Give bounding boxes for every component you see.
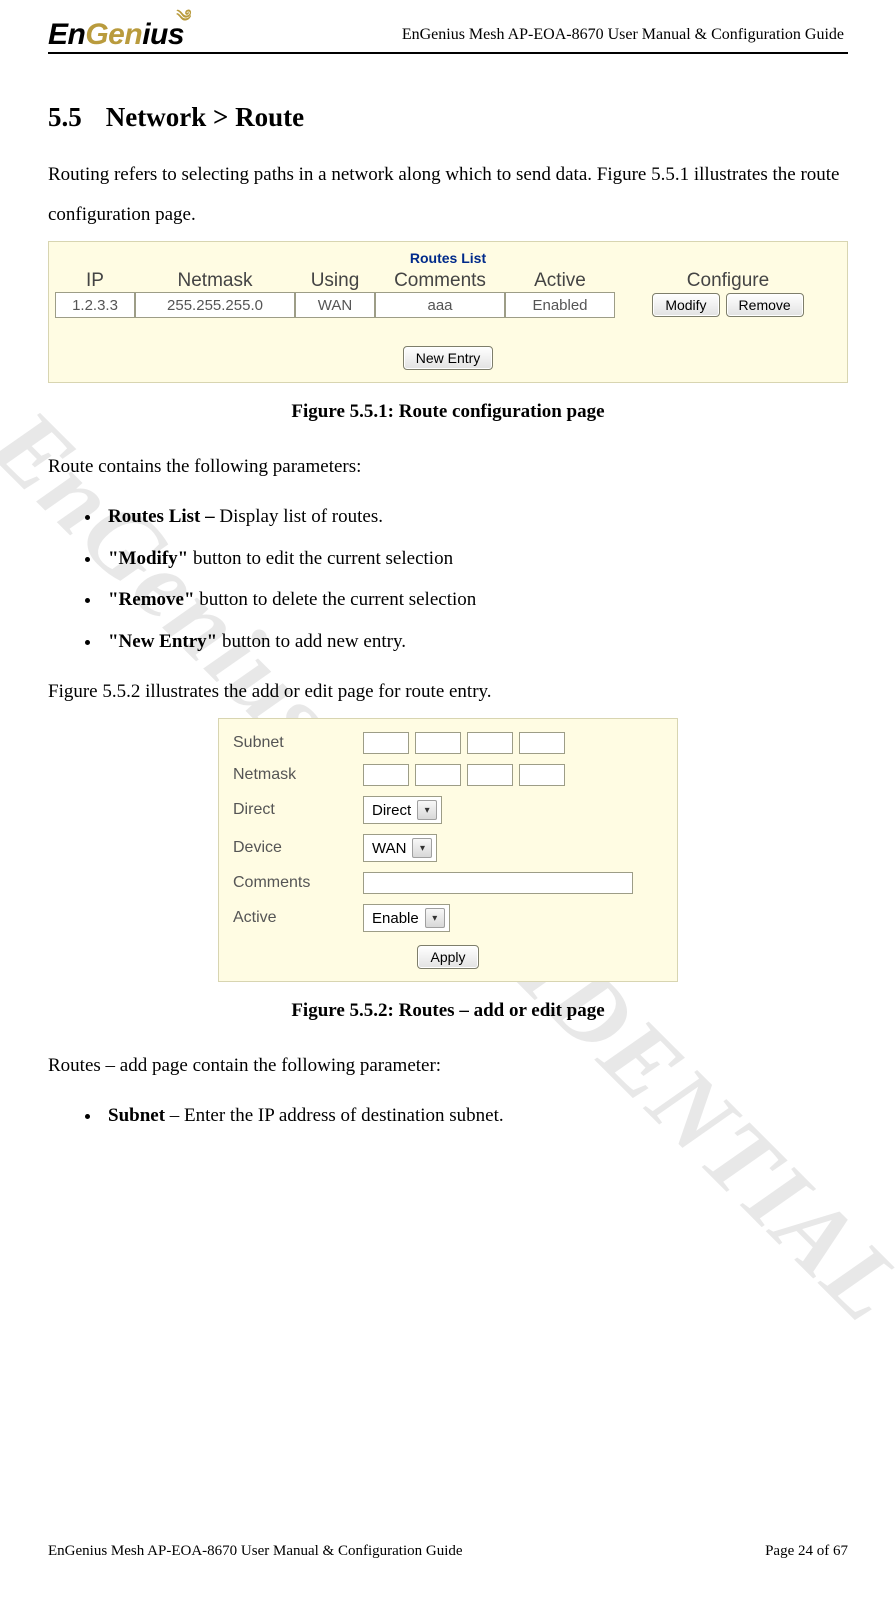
apply-button[interactable]: Apply	[417, 945, 478, 969]
brand-part-gen: Gen	[85, 20, 142, 50]
subnet-input-4[interactable]	[519, 732, 565, 754]
page-header: EnGenius ༄ EnGenius Mesh AP-EOA-8670 Use…	[48, 20, 848, 54]
bullet-bold: "Remove"	[108, 589, 199, 610]
direct-label: Direct	[233, 801, 363, 819]
netmask-input-4[interactable]	[519, 764, 565, 786]
routes-list-title: Routes List	[49, 242, 847, 270]
direct-select[interactable]: Direct ▾	[363, 796, 442, 824]
routes-list-figure: Routes List IP Netmask Using Comments Ac…	[48, 241, 848, 383]
cell-active: Enabled	[505, 292, 615, 318]
page-footer: EnGenius Mesh AP-EOA-8670 User Manual & …	[48, 1543, 848, 1560]
fig2-intro: Figure 5.5.2 illustrates the add or edit…	[48, 672, 848, 712]
brand-logo: EnGenius ༄	[48, 20, 184, 50]
brand-waves-icon: ༄	[174, 9, 191, 27]
section-heading: 5.5 Network > Route	[48, 102, 848, 133]
list-item: "Remove" button to delete the current se…	[102, 580, 848, 620]
col-comments: Comments	[375, 270, 505, 292]
col-using: Using	[295, 270, 375, 292]
section-title: Network > Route	[106, 102, 304, 133]
bullet-rest: button to delete the current selection	[199, 589, 476, 610]
route-edit-form-figure: Subnet Netmask Direct	[218, 718, 678, 982]
list-item: "New Entry" button to add new entry.	[102, 622, 848, 662]
bullet-rest: button to add new entry.	[222, 631, 406, 652]
modify-button[interactable]: Modify	[652, 293, 719, 317]
active-label: Active	[233, 909, 363, 927]
netmask-input-1[interactable]	[363, 764, 409, 786]
cell-using: WAN	[295, 292, 375, 318]
list-item: Subnet – Enter the IP address of destina…	[102, 1096, 848, 1136]
bullet-rest: – Enter the IP address of destination su…	[165, 1105, 504, 1126]
brand-part-en: En	[48, 20, 85, 50]
cell-netmask: 255.255.255.0	[135, 292, 295, 318]
section-number: 5.5	[48, 102, 82, 133]
bullet-rest: Display list of routes.	[219, 506, 383, 527]
intro-paragraph: Routing refers to selecting paths in a n…	[48, 155, 848, 235]
bullet-bold: "New Entry"	[108, 631, 222, 652]
chevron-down-icon: ▾	[417, 800, 437, 820]
list-item: "Modify" button to edit the current sele…	[102, 539, 848, 579]
routes-table-header: IP Netmask Using Comments Active Configu…	[49, 270, 847, 292]
bullet-bold: Routes List –	[108, 506, 219, 527]
device-label: Device	[233, 839, 363, 857]
figure-caption-2: Figure 5.5.2: Routes – add or edit page	[48, 1000, 848, 1022]
bullet-rest: button to edit the current selection	[193, 548, 453, 569]
netmask-input-2[interactable]	[415, 764, 461, 786]
subnet-input-1[interactable]	[363, 732, 409, 754]
active-select[interactable]: Enable ▾	[363, 904, 450, 932]
netmask-label: Netmask	[233, 766, 363, 784]
new-entry-button[interactable]: New Entry	[403, 346, 494, 370]
figure-caption-1: Figure 5.5.1: Route configuration page	[48, 401, 848, 423]
cell-ip: 1.2.3.3	[55, 292, 135, 318]
bullet-bold: "Modify"	[108, 548, 193, 569]
params-intro: Route contains the following parameters:	[48, 447, 848, 487]
comments-input[interactable]	[363, 872, 633, 894]
subnet-input-3[interactable]	[467, 732, 513, 754]
device-select-value: WAN	[372, 840, 406, 857]
direct-select-value: Direct	[372, 802, 411, 819]
subnet-input-2[interactable]	[415, 732, 461, 754]
col-ip: IP	[55, 270, 135, 292]
device-select[interactable]: WAN ▾	[363, 834, 437, 862]
col-active: Active	[505, 270, 615, 292]
footer-right: Page 24 of 67	[765, 1543, 848, 1560]
chevron-down-icon: ▾	[412, 838, 432, 858]
netmask-input-3[interactable]	[467, 764, 513, 786]
addpage-intro: Routes – add page contain the following …	[48, 1046, 848, 1086]
remove-button[interactable]: Remove	[726, 293, 804, 317]
comments-label: Comments	[233, 874, 363, 892]
chevron-down-icon: ▾	[425, 908, 445, 928]
list-item: Routes List – Display list of routes.	[102, 497, 848, 537]
footer-left: EnGenius Mesh AP-EOA-8670 User Manual & …	[48, 1543, 463, 1560]
bullet-bold: Subnet	[108, 1105, 165, 1126]
subnet-label: Subnet	[233, 734, 363, 752]
col-configure: Configure	[615, 270, 841, 292]
col-netmask: Netmask	[135, 270, 295, 292]
header-title: EnGenius Mesh AP-EOA-8670 User Manual & …	[192, 26, 848, 44]
routes-table-row: 1.2.3.3 255.255.255.0 WAN aaa Enabled Mo…	[49, 292, 847, 318]
cell-comments: aaa	[375, 292, 505, 318]
active-select-value: Enable	[372, 910, 419, 927]
